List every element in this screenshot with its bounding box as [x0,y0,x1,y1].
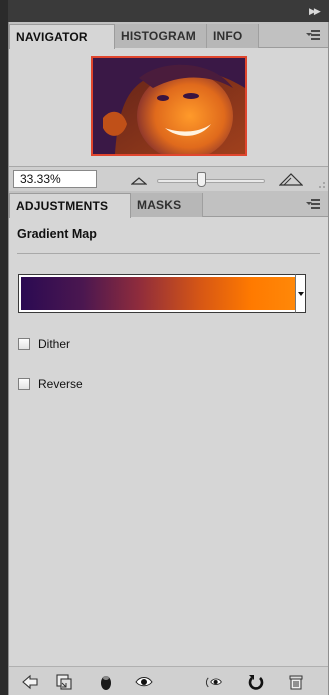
zoom-slider[interactable] [157,179,265,183]
zoom-in-icon[interactable] [279,172,303,186]
gradient-dropdown-button[interactable] [295,274,306,313]
eye-icon[interactable] [135,673,153,691]
previous-state-icon[interactable] [205,673,223,691]
photo-thumbnail [93,58,245,154]
dither-label: Dither [38,337,71,351]
collapse-icon[interactable]: ▶▶ [309,6,321,16]
panel-dock-header: ▶▶ [8,0,329,22]
adjustment-title: Gradient Map [17,227,97,241]
adjustments-panel: ADJUSTMENTS MASKS Gradient Map Dither Re… [8,191,329,695]
layer-visibility-icon[interactable] [97,673,115,691]
panel-menu-icon[interactable] [306,30,320,40]
navigator-tabs: NAVIGATOR HISTOGRAM INFO [9,22,328,49]
reset-icon[interactable] [247,673,265,691]
back-arrow-icon[interactable] [21,673,39,691]
clip-to-layer-icon[interactable] [55,673,73,691]
reverse-checkbox[interactable] [18,378,30,390]
panel-menu-icon[interactable] [306,199,320,209]
dither-checkbox[interactable] [18,338,30,350]
navigator-zoom-bar: 33.33% [9,166,328,191]
navigator-preview [91,56,247,156]
adjustments-tabs: ADJUSTMENTS MASKS [9,191,328,218]
gradient-picker[interactable] [18,274,305,313]
zoom-out-icon[interactable] [131,175,147,185]
divider [17,253,320,254]
resize-grip-icon[interactable] [316,179,326,189]
adjustments-footer [9,666,328,695]
trash-icon[interactable] [287,673,305,691]
tab-navigator[interactable]: NAVIGATOR [9,24,115,49]
tab-histogram[interactable]: HISTOGRAM [115,24,207,48]
gradient-preview[interactable] [21,277,302,310]
zoom-input[interactable]: 33.33% [13,170,97,188]
navigator-panel: NAVIGATOR HISTOGRAM INFO 33.33% [8,22,329,191]
zoom-slider-handle[interactable] [197,172,206,187]
view-box[interactable] [91,56,247,156]
tab-masks[interactable]: MASKS [131,193,203,217]
tab-info[interactable]: INFO [207,24,259,48]
tab-adjustments[interactable]: ADJUSTMENTS [9,193,131,218]
reverse-label: Reverse [38,377,83,391]
